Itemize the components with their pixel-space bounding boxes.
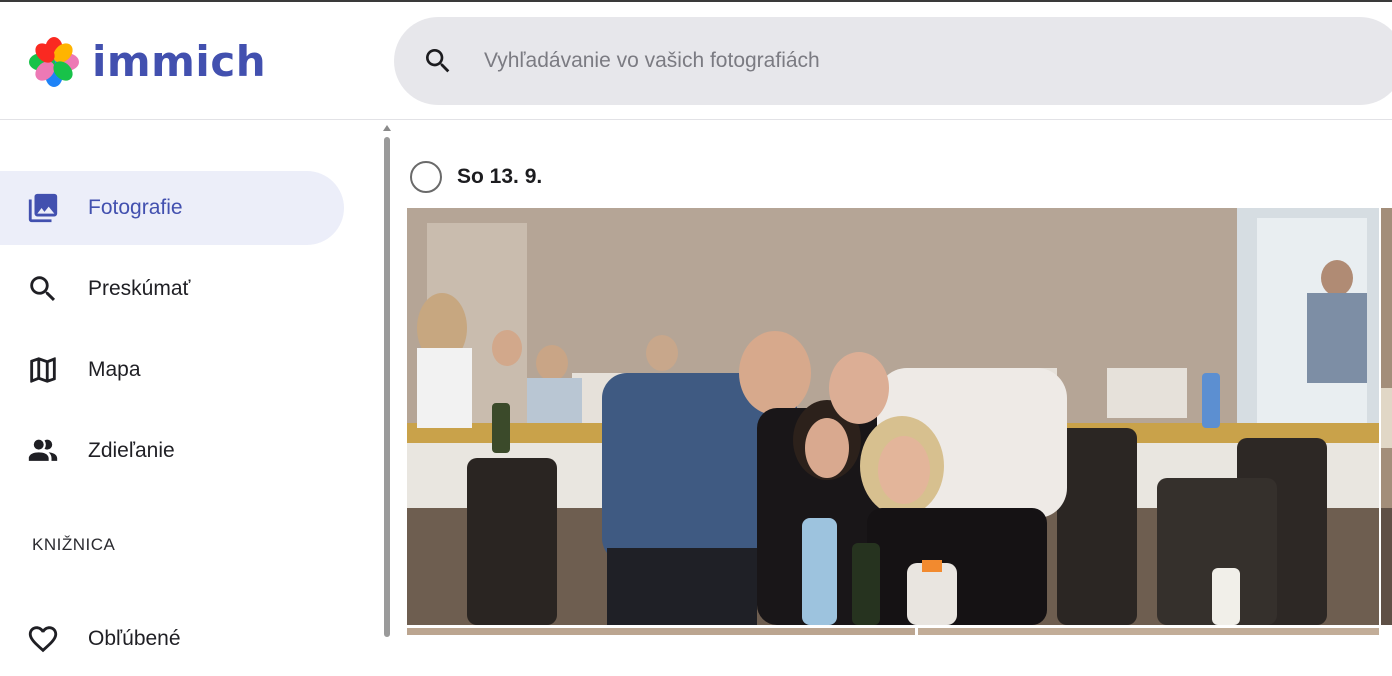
heart-outline-icon (28, 626, 58, 653)
account-multiple-icon (28, 439, 58, 461)
immich-pinwheel-icon (29, 37, 79, 87)
sidebar-item-sharing[interactable]: Zdieľanie (0, 414, 344, 488)
sidebar: Fotografie Preskúmať Mapa Zdieľanie KNIŽ… (0, 121, 384, 653)
magnify-icon (30, 276, 56, 302)
party-group-photo (407, 208, 1379, 625)
scroll-up-arrow-icon[interactable] (383, 125, 391, 131)
sidebar-item-favorites[interactable]: Obľúbené (0, 602, 344, 676)
next-photo-edge (1381, 208, 1392, 625)
photo-thumbnail[interactable] (407, 208, 1379, 625)
sidebar-item-label: Fotografie (88, 196, 183, 219)
sidebar-item-label: Preskúmať (88, 277, 191, 300)
photo-thumbnail[interactable] (918, 628, 1379, 635)
sidebar-item-label: Mapa (88, 358, 141, 381)
select-day-checkbox[interactable] (410, 161, 442, 193)
immich-logo[interactable]: immich (26, 34, 266, 90)
photo-thumbnail[interactable] (407, 628, 915, 635)
logo-text: immich (92, 37, 267, 86)
library-section-heading: KNIŽNICA (32, 535, 116, 554)
map-outline-icon (30, 357, 56, 383)
next-row-photo-edge (407, 628, 915, 635)
next-row-photo-edge (918, 628, 1379, 635)
search-input[interactable] (484, 41, 1364, 81)
sidebar-item-photos[interactable]: Fotografie (0, 171, 344, 245)
search-bar[interactable] (394, 17, 1392, 105)
sidebar-item-label: Zdieľanie (88, 439, 175, 462)
sidebar-item-label: Obľúbené (88, 627, 181, 650)
date-group-header: So 13. 9. (410, 161, 542, 193)
scrollbar-thumb[interactable] (384, 137, 390, 637)
sidebar-scrollbar[interactable] (383, 121, 391, 637)
image-multiple-icon (28, 193, 58, 223)
photo-thumbnail[interactable] (1381, 208, 1392, 625)
sidebar-item-explore[interactable]: Preskúmať (0, 252, 344, 326)
photo-timeline: So 13. 9. (392, 121, 1392, 635)
sidebar-item-map[interactable]: Mapa (0, 333, 344, 407)
date-group-label: So 13. 9. (457, 165, 543, 188)
app-header: immich (0, 2, 1392, 120)
search-icon[interactable] (422, 45, 454, 77)
